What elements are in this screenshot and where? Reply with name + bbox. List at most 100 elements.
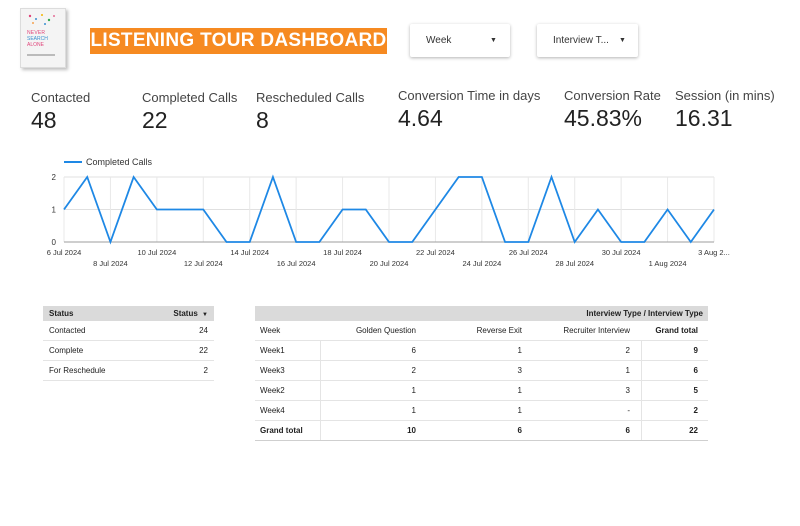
week-filter-dropdown[interactable]: Week ▼ (410, 24, 510, 57)
x-tick-label: 24 Jul 2024 (462, 259, 501, 268)
legend-label: Completed Calls (86, 157, 153, 167)
golden-total-cell: 10 (407, 426, 416, 435)
x-tick-label: 30 Jul 2024 (602, 248, 641, 257)
week-filter-label: Week (426, 35, 452, 46)
grand-total-label: Grand total (260, 426, 303, 435)
y-tick-label: 0 (52, 238, 57, 247)
pivot-table-title: Interview Type / Interview Type (255, 306, 708, 321)
chevron-down-icon: ▼ (619, 37, 626, 44)
recruiter-cell: 2 (625, 346, 630, 355)
chart-legend[interactable]: Completed Calls (64, 157, 153, 167)
reverse-total-cell: 6 (517, 426, 522, 435)
x-tick-label: 14 Jul 2024 (230, 248, 269, 257)
pivot-header-row: Week Golden Question Reverse Exit Recrui… (255, 321, 708, 341)
table-row: Week3 2 3 1 6 (255, 361, 708, 381)
kpi-value: 16.31 (675, 105, 733, 131)
total-cell: 2 (693, 406, 698, 415)
kpi-label: Completed Calls (142, 90, 238, 105)
kpi-completed-calls: Completed Calls 22 (142, 90, 237, 134)
status-cell: For Reschedule (49, 366, 106, 375)
status-cell: Complete (49, 346, 84, 355)
x-tick-label: 20 Jul 2024 (370, 259, 409, 268)
kpi-contacted: Contacted 48 (31, 90, 90, 134)
week-cell: Week4 (260, 406, 285, 415)
reverse-exit-column-header[interactable]: Reverse Exit (477, 321, 522, 340)
interview-type-filter-dropdown[interactable]: Interview T... ▼ (537, 24, 638, 57)
week-cell: Week2 (260, 386, 285, 395)
total-cell: 6 (693, 366, 698, 375)
kpi-session-mins: Session (in mins) 16.31 (675, 88, 775, 132)
x-tick-label: 18 Jul 2024 (323, 248, 362, 257)
kpi-label: Session (in mins) (675, 88, 775, 103)
status-column-header[interactable]: Status (49, 306, 73, 321)
x-tick-label: 6 Jul 2024 (47, 248, 82, 257)
reverse-cell: 1 (517, 346, 522, 355)
count-cell: 24 (199, 326, 208, 335)
x-tick-label: 1 Aug 2024 (649, 259, 687, 268)
recruiter-total-cell: 6 (625, 426, 630, 435)
week-cell: Week3 (260, 366, 285, 375)
table-row: Complete 22 (43, 341, 214, 361)
sort-down-icon: ▼ (202, 312, 208, 318)
x-tick-label: 12 Jul 2024 (184, 259, 223, 268)
x-tick-label: 8 Jul 2024 (93, 259, 128, 268)
table-row: Week2 1 1 3 5 (255, 381, 708, 401)
completed-calls-line-chart: 0 1 2 6 Jul 2024 10 Jul 2024 14 Jul 2024 18 J… (47, 157, 730, 268)
recruiter-interview-column-header[interactable]: Recruiter Interview (563, 321, 630, 340)
book-cover-bar (27, 54, 55, 56)
table-row: Week4 1 1 - 2 (255, 401, 708, 421)
kpi-value: 4.64 (398, 105, 443, 131)
kpi-conversion-rate: Conversion Rate 45.83% (564, 88, 661, 132)
book-cover-line3: ALONE (27, 42, 44, 48)
x-tick-label: 28 Jul 2024 (555, 259, 594, 268)
kpi-rescheduled-calls: Rescheduled Calls 8 (256, 90, 364, 134)
dashboard-title: LISTENING TOUR DASHBOARD (90, 28, 387, 54)
reverse-cell: 1 (517, 386, 522, 395)
week-column-header[interactable]: Week (260, 321, 280, 340)
table-row: Week1 6 1 2 9 (255, 341, 708, 361)
grand-total-column-header[interactable]: Grand total (655, 321, 698, 340)
golden-cell: 6 (411, 346, 416, 355)
kpi-value: 8 (256, 107, 269, 133)
week-cell: Week1 (260, 346, 285, 355)
recruiter-cell: - (627, 406, 630, 415)
golden-question-column-header[interactable]: Golden Question (356, 321, 416, 340)
interview-type-filter-label: Interview T... (553, 35, 609, 46)
kpi-label: Rescheduled Calls (256, 90, 365, 105)
chart-x-axis: 6 Jul 2024 10 Jul 2024 14 Jul 2024 18 Jul 2… (47, 248, 730, 268)
status-table: Status Status ▼ Contacted 24 Complete 22… (43, 306, 214, 381)
table-row: For Reschedule 2 (43, 361, 214, 381)
status-cell: Contacted (49, 326, 86, 335)
book-cover-dots (28, 14, 55, 25)
chevron-down-icon: ▼ (490, 37, 497, 44)
status-table-header: Status Status ▼ (43, 306, 214, 321)
x-tick-label: 22 Jul 2024 (416, 248, 455, 257)
x-tick-label: 3 Aug 2... (698, 248, 730, 257)
recruiter-cell: 1 (625, 366, 630, 375)
total-cell: 9 (693, 346, 698, 355)
grand-total-row: Grand total 10 6 6 22 (255, 421, 708, 441)
kpi-label: Contacted (31, 90, 91, 105)
kpi-value: 22 (142, 107, 168, 133)
kpi-label: Conversion Time in days (398, 88, 541, 103)
x-tick-label: 10 Jul 2024 (137, 248, 176, 257)
kpi-value: 45.83% (564, 105, 643, 131)
y-tick-label: 2 (52, 173, 57, 182)
golden-cell: 2 (411, 366, 416, 375)
status-count-header-label: Status (173, 309, 198, 318)
kpi-label: Conversion Rate (564, 88, 661, 103)
total-cell: 5 (693, 386, 698, 395)
x-tick-label: 26 Jul 2024 (509, 248, 548, 257)
y-tick-label: 1 (52, 206, 57, 215)
count-cell: 22 (199, 346, 208, 355)
chart-y-axis: 0 1 2 (52, 173, 57, 247)
table-row: Contacted 24 (43, 321, 214, 341)
grand-total-cell: 22 (689, 426, 698, 435)
count-cell: 2 (203, 366, 208, 375)
golden-cell: 1 (411, 386, 416, 395)
kpi-value: 48 (31, 107, 57, 133)
golden-cell: 1 (411, 406, 416, 415)
interview-type-pivot-table: Interview Type / Interview Type Week Gol… (255, 306, 708, 441)
reverse-cell: 3 (517, 366, 522, 375)
book-cover-image: NEVER SEARCH ALONE (20, 8, 66, 68)
